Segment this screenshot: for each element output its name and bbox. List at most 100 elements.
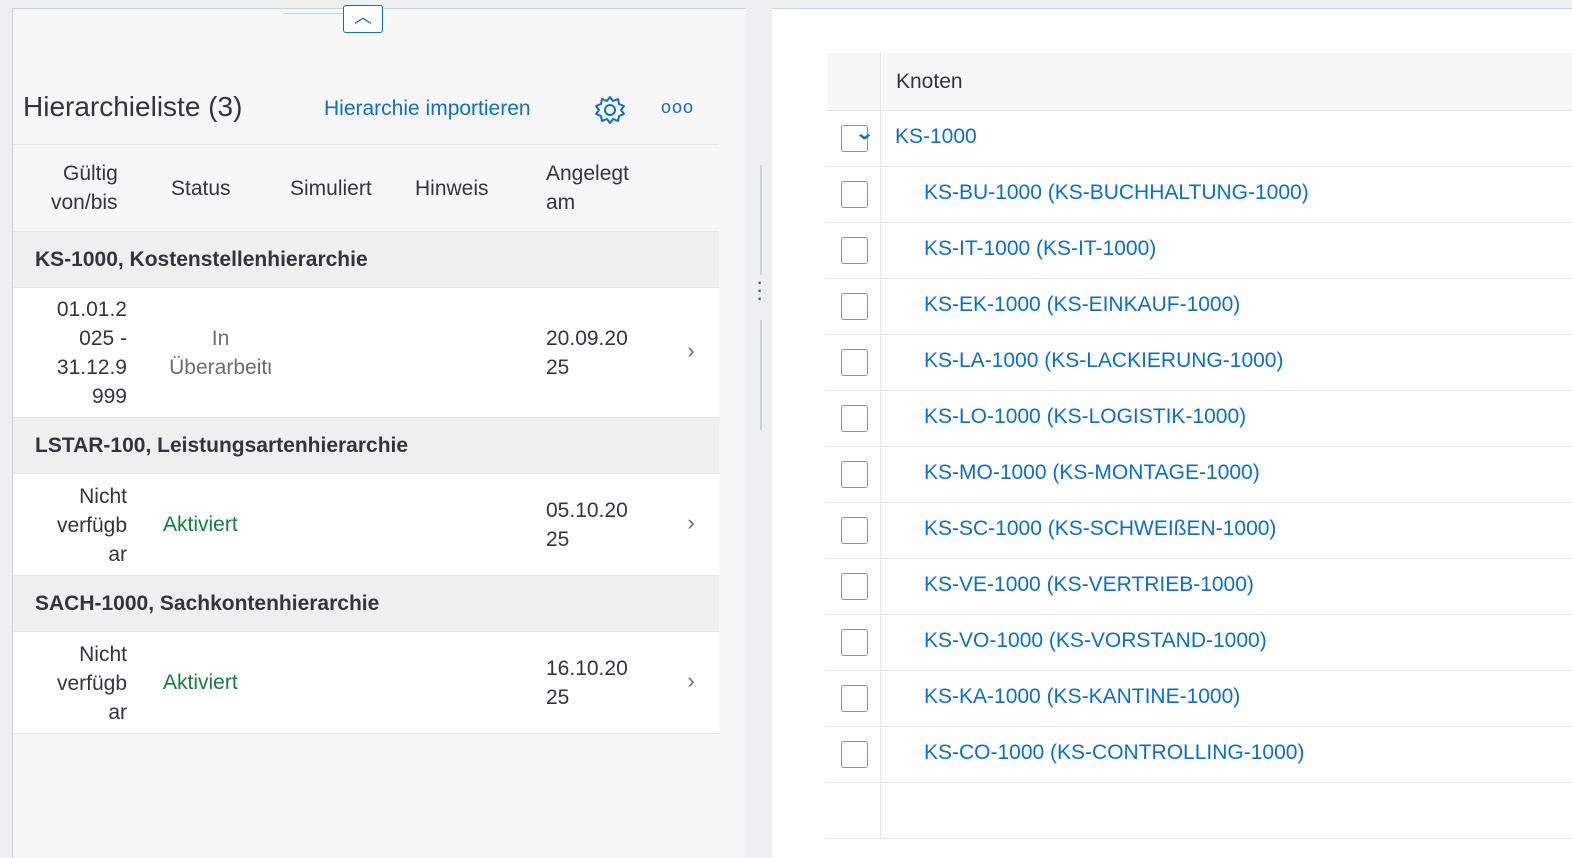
select-column-header: [827, 53, 881, 111]
status-line: Überarbeitι: [169, 356, 272, 379]
select-cell: [827, 559, 881, 615]
splitter-bar[interactable]: [760, 320, 762, 430]
date-line: 05.10.20: [546, 499, 628, 522]
select-cell: [827, 783, 881, 839]
valid-range: Nicht verfügb ar: [31, 640, 127, 727]
tree-node-link[interactable]: KS-LO-1000 (KS-LOGISTIK-1000): [924, 405, 1246, 429]
tree-row[interactable]: KS-LO-1000 (KS-LOGISTIK-1000): [827, 391, 1572, 447]
chevron-up-icon: ︿: [354, 7, 372, 27]
select-cell: [827, 727, 881, 783]
status-line: In: [211, 327, 230, 350]
tree-node-link[interactable]: KS-MO-1000 (KS-MONTAGE-1000): [924, 461, 1260, 485]
row-checkbox[interactable]: [841, 573, 868, 600]
valid-range: Nicht verfügb ar: [31, 482, 127, 569]
table-row[interactable]: Nicht verfügb ar Aktiviert 16.10.20 25 ›: [13, 632, 719, 734]
select-cell: [827, 671, 881, 727]
valid-line: verfügb: [56, 672, 127, 695]
tree-row[interactable]: KS-VE-1000 (KS-VERTRIEB-1000): [827, 559, 1572, 615]
table-row[interactable]: Nicht verfügb ar Aktiviert 05.10.20 25 ›: [13, 474, 719, 576]
list-title: Hierarchieliste (3): [23, 91, 243, 122]
chevron-right-icon[interactable]: ›: [681, 338, 701, 364]
row-checkbox[interactable]: [841, 181, 868, 208]
row-checkbox[interactable]: [841, 629, 868, 656]
chevron-down-icon[interactable]: ⌄: [855, 123, 875, 144]
overflow-icon[interactable]: ooo: [661, 97, 694, 118]
date-line: 16.10.20: [546, 657, 628, 680]
created-date: 05.10.20 25: [546, 496, 628, 554]
valid-range: 01.01.2 025 - 31.12.9 999: [31, 295, 127, 411]
valid-line: Nicht: [79, 643, 127, 666]
select-cell: [827, 615, 881, 671]
collapse-header-button[interactable]: ︿: [343, 5, 383, 33]
tree-row[interactable]: KS-KA-1000 (KS-KANTINE-1000): [827, 671, 1572, 727]
row-checkbox[interactable]: [841, 685, 868, 712]
col-valid-line1: Gültig: [63, 162, 118, 185]
valid-line: ar: [108, 543, 127, 566]
tree-node-link[interactable]: KS-VE-1000 (KS-VERTRIEB-1000): [924, 573, 1254, 597]
valid-line: verfügb: [56, 514, 127, 537]
col-node: Knoten: [896, 70, 963, 93]
tree-node-link[interactable]: KS-KA-1000 (KS-KANTINE-1000): [924, 685, 1240, 709]
select-cell: [827, 447, 881, 503]
select-cell: [827, 167, 881, 223]
row-checkbox[interactable]: [841, 293, 868, 320]
import-hierarchy-button[interactable]: Hierarchie importieren: [324, 97, 531, 121]
row-checkbox[interactable]: [841, 237, 868, 264]
tree-table: Knoten ⌄ KS-1000 KS-BU-1000 (KS-BUCHHALT…: [827, 53, 1572, 839]
tree-node-link[interactable]: KS-EK-1000 (KS-EINKAUF-1000): [924, 293, 1240, 317]
col-note: Hinweis: [415, 177, 489, 200]
row-checkbox[interactable]: [841, 405, 868, 432]
splitter-grip-icon[interactable]: · · ·: [755, 276, 765, 310]
tree-row[interactable]: KS-LA-1000 (KS-LACKIERUNG-1000): [827, 335, 1572, 391]
tree-header: Knoten: [827, 53, 1572, 111]
tree-row-root[interactable]: ⌄ KS-1000: [827, 111, 1572, 167]
col-simulated: Simuliert: [290, 177, 372, 200]
tree-node-link[interactable]: KS-IT-1000 (KS-IT-1000): [924, 237, 1156, 261]
tree-node-link[interactable]: KS-VO-1000 (KS-VORSTAND-1000): [924, 629, 1267, 653]
col-valid-line2: von/bis: [51, 191, 118, 214]
created-date: 20.09.20 25: [546, 324, 628, 382]
tree-row[interactable]: KS-SC-1000 (KS-SCHWEIßEN-1000): [827, 503, 1572, 559]
date-line: 25: [546, 686, 570, 709]
date-line: 20.09.20: [546, 327, 628, 350]
tree-node-link[interactable]: KS-BU-1000 (KS-BUCHHALTUNG-1000): [924, 181, 1309, 205]
row-checkbox[interactable]: [841, 517, 868, 544]
valid-line: 025 -: [79, 327, 127, 350]
col-created-line2: am: [546, 191, 576, 214]
tree-row[interactable]: KS-IT-1000 (KS-IT-1000): [827, 223, 1572, 279]
select-cell: [827, 391, 881, 447]
tree-node-link[interactable]: KS-1000: [895, 125, 977, 149]
valid-line: 01.01.2: [56, 298, 127, 321]
valid-line: 31.12.9: [56, 356, 127, 379]
tree-row[interactable]: KS-BU-1000 (KS-BUCHHALTUNG-1000): [827, 167, 1572, 223]
row-checkbox[interactable]: [841, 349, 868, 376]
tree-row[interactable]: KS-VO-1000 (KS-VORSTAND-1000): [827, 615, 1572, 671]
date-line: 25: [546, 528, 570, 551]
tree-row[interactable]: KS-MO-1000 (KS-MONTAGE-1000): [827, 447, 1572, 503]
row-checkbox[interactable]: [841, 741, 868, 768]
select-cell: [827, 503, 881, 559]
tree-children: KS-BU-1000 (KS-BUCHHALTUNG-1000) KS-IT-10…: [827, 167, 1572, 783]
created-date: 16.10.20 25: [546, 654, 628, 712]
tree-row[interactable]: KS-EK-1000 (KS-EINKAUF-1000): [827, 279, 1572, 335]
status-text: Aktiviert: [163, 513, 238, 536]
tree-node-link[interactable]: KS-CO-1000 (KS-CONTROLLING-1000): [924, 741, 1304, 765]
tree-row[interactable]: KS-CO-1000 (KS-CONTROLLING-1000): [827, 727, 1572, 783]
chevron-right-icon[interactable]: ›: [681, 510, 701, 536]
col-created-line1: Angelegt: [546, 162, 629, 185]
chevron-right-icon[interactable]: ›: [681, 668, 701, 694]
list-toolbar: Hierarchieliste (3) Hierarchie importier…: [13, 79, 723, 143]
select-cell: [827, 279, 881, 335]
col-status: Status: [171, 177, 231, 200]
group-header: SACH-1000, Sachkontenhierarchie: [13, 576, 719, 632]
select-cell: [827, 223, 881, 279]
gear-icon[interactable]: [593, 93, 627, 127]
tree-node-link[interactable]: KS-LA-1000 (KS-LACKIERUNG-1000): [924, 349, 1283, 373]
splitter-bar[interactable]: [760, 165, 762, 275]
select-cell: [827, 335, 881, 391]
row-checkbox[interactable]: [841, 461, 868, 488]
date-line: 25: [546, 356, 570, 379]
hierarchy-list-panel: ︿ Hierarchieliste (3) Hierarchie importi…: [12, 5, 746, 858]
table-row[interactable]: 01.01.2 025 - 31.12.9 999 In Überarbeitι…: [13, 288, 719, 418]
tree-node-link[interactable]: KS-SC-1000 (KS-SCHWEIßEN-1000): [924, 517, 1276, 541]
